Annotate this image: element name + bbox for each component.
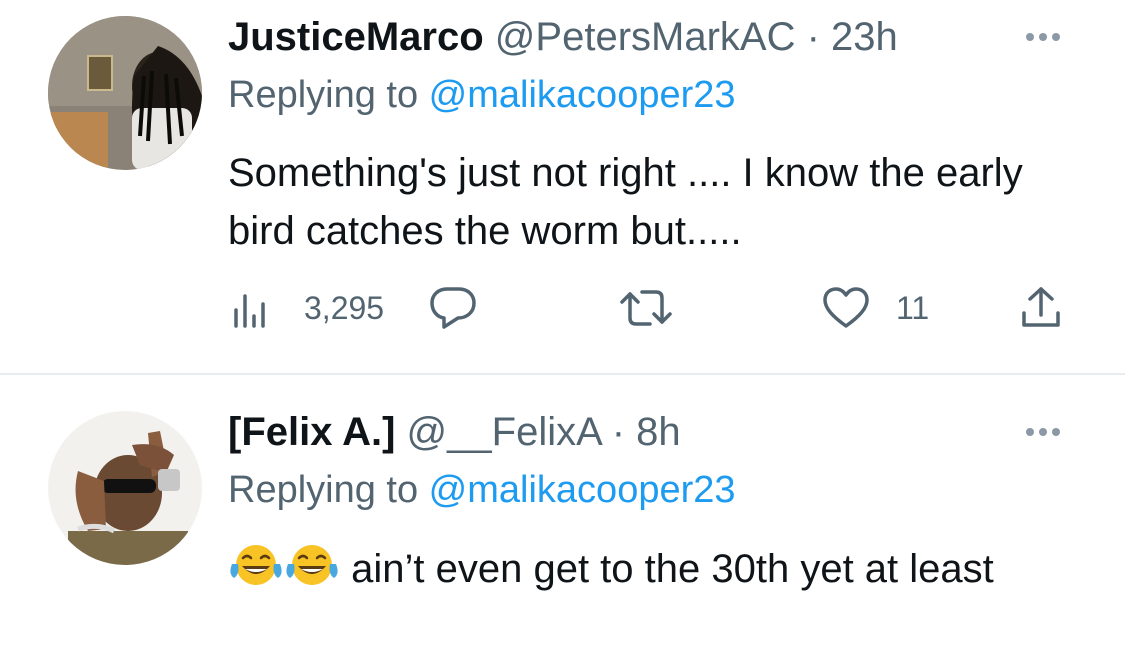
avatar[interactable] xyxy=(48,16,202,170)
tweet-time[interactable]: 8h xyxy=(636,410,681,454)
replying-to-line: Replying to @malikacooper23 xyxy=(228,72,736,118)
replying-to-label: Replying to xyxy=(228,74,429,116)
share-icon xyxy=(1022,287,1060,327)
face-with-tears-of-joy-icon xyxy=(230,545,282,585)
avatar-photo xyxy=(48,411,202,565)
reply-icon xyxy=(430,287,476,329)
tweet-header: JusticeMarco @PetersMarkAC · 23h xyxy=(228,12,898,62)
views-button[interactable]: 3,295 xyxy=(228,282,384,334)
views-icon xyxy=(234,294,265,328)
replying-to-line: Replying to @malikacooper23 xyxy=(228,467,736,513)
display-name[interactable]: JusticeMarco xyxy=(228,15,484,59)
separator-dot: · xyxy=(806,15,820,59)
retweet-icon xyxy=(620,290,672,326)
face-with-tears-of-joy-icon xyxy=(286,545,338,585)
more-icon[interactable] xyxy=(1026,425,1070,439)
replying-to-label: Replying to xyxy=(228,469,429,511)
tweet-text: ain’t even get to the 30th yet at least xyxy=(228,540,1068,598)
share-button[interactable] xyxy=(1018,282,1064,334)
more-icon[interactable] xyxy=(1026,30,1070,44)
tweet-header: [Felix A.] @__FelixA · 8h xyxy=(228,407,681,457)
like-count: 11 xyxy=(896,289,930,326)
tweet-text-body: ain’t even get to the 30th yet at least xyxy=(340,547,994,591)
tweet-text: Something's just not right .... I know t… xyxy=(228,151,1023,253)
user-handle[interactable]: @PetersMarkAC xyxy=(495,15,796,59)
display-name[interactable]: [Felix A.] xyxy=(228,410,395,454)
reply-button[interactable] xyxy=(428,282,478,334)
retweet-button[interactable] xyxy=(618,282,674,334)
tweet-actions: 3,295 11 xyxy=(228,282,1078,334)
tweet-time[interactable]: 23h xyxy=(831,15,898,59)
avatar-photo xyxy=(48,16,202,170)
like-icon xyxy=(823,287,869,328)
avatar[interactable] xyxy=(48,411,202,565)
tweet[interactable]: [Felix A.] @__FelixA · 8h Replying to @m… xyxy=(0,375,1125,671)
replying-to-mention[interactable]: @malikacooper23 xyxy=(429,469,736,511)
views-count: 3,295 xyxy=(304,289,385,326)
user-handle[interactable]: @__FelixA xyxy=(407,410,601,454)
tweet[interactable]: JusticeMarco @PetersMarkAC · 23h Replyin… xyxy=(0,0,1125,374)
like-button[interactable]: 11 xyxy=(822,282,929,334)
separator-dot: · xyxy=(611,410,626,454)
replying-to-mention[interactable]: @malikacooper23 xyxy=(429,74,736,116)
